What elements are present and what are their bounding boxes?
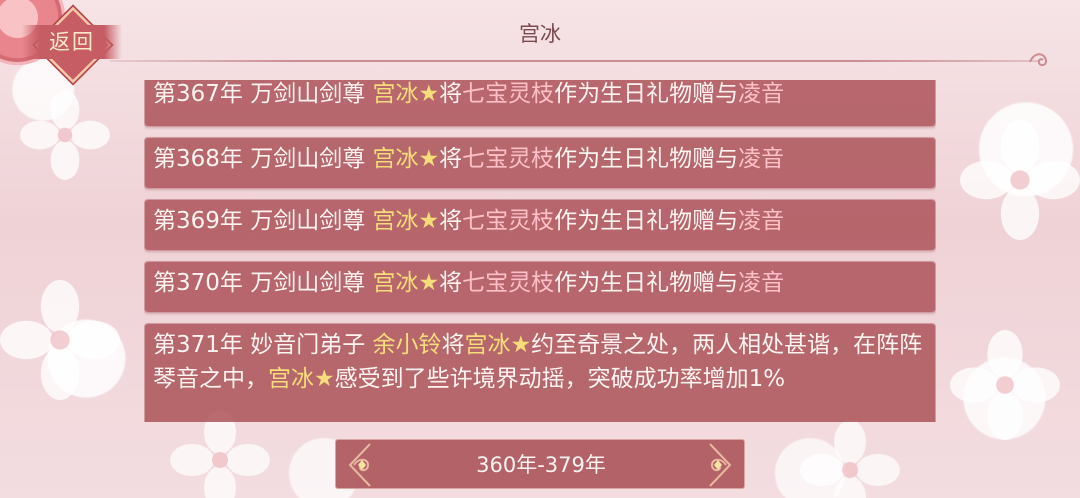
event-highlight: 七宝灵枝 [462, 270, 555, 296]
event-text-segment: 作为生日礼物赠与 [554, 208, 739, 234]
event-card: 第370年 万剑山剑尊 宫冰★将七宝灵枝作为生日礼物赠与凌音 [144, 261, 936, 313]
event-highlight: 凌音 [738, 270, 785, 296]
event-highlight: ★ [418, 208, 440, 234]
event-highlight: 宫冰 [372, 270, 419, 296]
event-text: 第369年 万剑山剑尊 宫冰★将七宝灵枝作为生日礼物赠与凌音 [145, 200, 935, 242]
event-text-segment: 将 [441, 332, 465, 358]
event-highlight: 宫冰 [372, 81, 419, 107]
header-divider [110, 60, 1040, 62]
blossom-decoration [950, 330, 1060, 440]
event-highlight: 凌音 [738, 208, 785, 234]
event-text-segment: 第368年 万剑山剑尊 [153, 146, 373, 172]
right-ornament-icon [709, 443, 732, 487]
event-highlight: ★ [418, 146, 440, 172]
event-highlight: ★ [510, 332, 532, 358]
event-card: 第369年 万剑山剑尊 宫冰★将七宝灵枝作为生日礼物赠与凌音 [144, 199, 936, 251]
event-text: 第371年 妙音门弟子 余小铃将宫冰★约至奇景之处，两人相处甚谐，在阵阵琴音之中… [145, 324, 935, 400]
event-text-segment: 第370年 万剑山剑尊 [153, 270, 373, 296]
blossom-decoration [0, 280, 120, 400]
event-text-segment: 感受到了些许境界动摇，突破成功率增加1% [334, 366, 786, 392]
event-text-segment: 将 [439, 208, 463, 234]
flower-icon [170, 410, 270, 498]
blossom-decoration [20, 90, 110, 180]
year-range-label: 360年-379年 [476, 453, 606, 477]
event-highlight: 宫冰 [268, 366, 314, 392]
event-card: 第368年 万剑山剑尊 宫冰★将七宝灵枝作为生日礼物赠与凌音 [144, 137, 936, 189]
event-text-segment: 将 [439, 270, 463, 296]
flower-icon [960, 120, 1080, 240]
page-title: 宫冰 [519, 22, 561, 46]
event-highlight: 七宝灵枝 [462, 81, 555, 107]
event-card: 第371年 妙音门弟子 余小铃将宫冰★约至奇景之处，两人相处甚谐，在阵阵琴音之中… [144, 323, 936, 422]
event-text-segment: 作为生日礼物赠与 [554, 81, 739, 107]
flower-icon [800, 420, 900, 498]
event-text-segment: 第371年 妙音门弟子 [153, 332, 373, 358]
blossom-decoration [170, 410, 270, 498]
event-text-segment: 将 [439, 81, 463, 107]
event-text: 第370年 万剑山剑尊 宫冰★将七宝灵枝作为生日礼物赠与凌音 [145, 262, 935, 304]
event-highlight: 宫冰 [464, 332, 511, 358]
blossom-decoration [800, 420, 900, 498]
game-screen: 返回 宫冰 第367年 万剑山剑尊 宫冰★将七宝灵枝作为生日礼物赠与凌音 第36… [0, 0, 1080, 498]
event-text-segment: 第369年 万剑山剑尊 [153, 208, 373, 234]
event-text-segment: 将 [439, 146, 463, 172]
blossom-decoration [960, 120, 1080, 240]
event-text-segment: 作为生日礼物赠与 [554, 146, 739, 172]
flower-icon [950, 330, 1060, 440]
swirl-ornament-icon [1029, 53, 1048, 67]
event-text-segment: 第367年 万剑山剑尊 [153, 81, 373, 107]
event-highlight: 宫冰 [372, 208, 419, 234]
header-bar: 返回 宫冰 [0, 0, 1080, 84]
event-card: 第367年 万剑山剑尊 宫冰★将七宝灵枝作为生日礼物赠与凌音 [144, 80, 936, 127]
event-highlight: 余小铃 [372, 332, 442, 358]
flower-icon [0, 280, 120, 400]
event-text: 第367年 万剑山剑尊 宫冰★将七宝灵枝作为生日礼物赠与凌音 [145, 80, 935, 115]
event-highlight: 凌音 [738, 146, 785, 172]
event-log-list[interactable]: 第367年 万剑山剑尊 宫冰★将七宝灵枝作为生日礼物赠与凌音 第368年 万剑山… [144, 80, 936, 422]
event-highlight: 七宝灵枝 [462, 146, 555, 172]
flower-icon [20, 90, 110, 180]
event-text-segment: 作为生日礼物赠与 [554, 270, 739, 296]
event-highlight: ★ [418, 81, 440, 107]
event-text: 第368年 万剑山剑尊 宫冰★将七宝灵枝作为生日礼物赠与凌音 [145, 138, 935, 180]
event-highlight: ★ [314, 366, 335, 392]
event-highlight: 七宝灵枝 [462, 208, 555, 234]
event-highlight: 凌音 [738, 81, 785, 107]
event-highlight: ★ [418, 270, 440, 296]
event-highlight: 宫冰 [372, 146, 419, 172]
year-range-button[interactable]: 360年-379年 [335, 439, 745, 489]
